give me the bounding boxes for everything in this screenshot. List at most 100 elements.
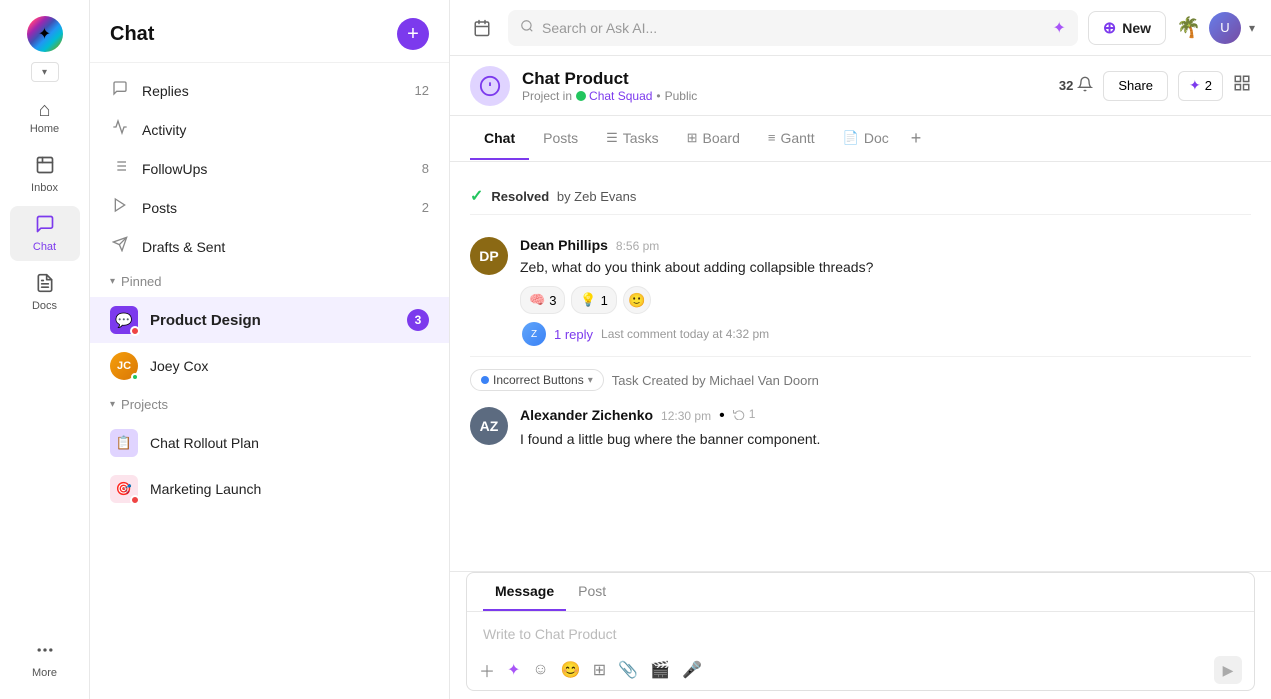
nav-item-chat[interactable]: Chat (10, 206, 80, 261)
app-logo[interactable]: ✦ (27, 16, 63, 52)
sparkle-icon: ✦ (1189, 77, 1201, 94)
send-button[interactable]: ▶ (1214, 656, 1242, 684)
nav-item-docs[interactable]: Docs (10, 265, 80, 320)
pinned-section-header[interactable]: ▾ Pinned (90, 266, 449, 297)
alex-msg-text: I found a little bug where the banner co… (520, 429, 1251, 450)
mic-icon[interactable]: 🎤 (682, 660, 702, 680)
message-input-tabs: Message Post (467, 573, 1254, 612)
chevron-down-icon: ▾ (42, 67, 47, 78)
product-design-label: Product Design (150, 312, 395, 329)
chat-area: ✓ Resolved by Zeb Evans DP Dean Phillips… (450, 162, 1271, 571)
sidebar-item-activity[interactable]: Activity (90, 110, 449, 149)
layout-icon[interactable] (1233, 74, 1251, 97)
home-icon: ⌂ (38, 100, 50, 120)
reaction-bulb[interactable]: 💡 1 (571, 286, 616, 314)
chat-rollout-icon: 📋 (110, 429, 138, 457)
more-icon (35, 640, 55, 664)
user-avatar[interactable]: U (1209, 12, 1241, 44)
sidebar-item-drafts[interactable]: Drafts & Sent (90, 227, 449, 266)
separator: • (656, 89, 660, 103)
top-right-actions: 🌴 U ▾ (1176, 12, 1255, 44)
tab-doc-label: Doc (864, 130, 889, 146)
nav-item-more[interactable]: More (10, 632, 80, 687)
nav-item-inbox[interactable]: Inbox (10, 147, 80, 202)
docs-icon (35, 273, 55, 297)
emoji-icon[interactable]: 😊 (561, 660, 581, 680)
calendar-button[interactable] (466, 12, 498, 44)
product-design-icon: 💬 (110, 306, 138, 334)
chat-rollout-label: Chat Rollout Plan (150, 435, 429, 451)
resolved-bar: ✓ Resolved by Zeb Evans (470, 178, 1251, 215)
activity-icon (110, 119, 130, 140)
project-meta: Project in Chat Squad • Public (522, 89, 1047, 103)
sidebar-item-posts[interactable]: Posts 2 (90, 188, 449, 227)
project-main-icon (470, 66, 510, 106)
bulb-emoji: 💡 (580, 292, 596, 308)
sidebar-item-joey[interactable]: JC Joey Cox (90, 343, 449, 389)
alex-author: Alexander Zichenko (520, 407, 653, 423)
tab-doc[interactable]: 📄 Doc (829, 118, 903, 160)
joey-avatar-wrap: JC (110, 352, 138, 380)
nav-item-home[interactable]: ⌂ Home (10, 92, 80, 143)
sidebar-item-followups[interactable]: FollowUps 8 (90, 149, 449, 188)
ai-button[interactable]: ✦ 2 (1178, 71, 1223, 101)
tab-gantt[interactable]: ≡ Gantt (754, 118, 829, 160)
tab-posts[interactable]: Posts (529, 118, 592, 160)
message-placeholder: Write to Chat Product (483, 622, 1238, 646)
video-icon[interactable]: 🎬 (650, 660, 670, 680)
message-input-box[interactable]: Write to Chat Product (467, 612, 1254, 650)
logo-area: ✦ (21, 10, 69, 58)
sync-number: 1 (749, 407, 756, 421)
message-alex: AZ Alexander Zichenko 12:30 pm • 1 I fou… (470, 401, 1251, 456)
sidebar-item-marketing[interactable]: 🎯 Marketing Launch (90, 466, 449, 512)
brain-count: 3 (549, 293, 556, 308)
posts-icon (110, 197, 130, 218)
user-menu-chevron[interactable]: ▾ (1249, 21, 1255, 35)
message-tab[interactable]: Message (483, 573, 566, 611)
dean-reactions: 🧠 3 💡 1 🙂 (520, 286, 1251, 314)
tab-board[interactable]: ⊞ Board (673, 118, 754, 160)
sparkle-tool-icon[interactable]: ✦ (507, 660, 520, 680)
ai-sparkle-icon: ✦ (1052, 18, 1065, 38)
sidebar-item-replies[interactable]: Replies 12 (90, 71, 449, 110)
marketing-label: Marketing Launch (150, 481, 429, 497)
share-button[interactable]: Share (1103, 71, 1168, 101)
project-header: Chat Product Project in Chat Squad • Pub… (450, 56, 1271, 116)
reaction-brain[interactable]: 🧠 3 (520, 286, 565, 314)
projects-section-header[interactable]: ▾ Projects (90, 389, 449, 420)
add-tab-button[interactable]: + (903, 116, 930, 161)
notification-count[interactable]: 32 (1059, 76, 1093, 95)
sidebar-item-product-design[interactable]: 💬 Product Design 3 (90, 297, 449, 343)
reply-row: Z 1 reply Last comment today at 4:32 pm (520, 322, 1251, 346)
paperclip-icon[interactable]: 📎 (618, 660, 638, 680)
alex-time: 12:30 pm (661, 409, 711, 423)
task-tag[interactable]: Incorrect Buttons ▾ (470, 369, 604, 391)
project-info: Chat Product Project in Chat Squad • Pub… (522, 69, 1047, 103)
emoji-face-icon[interactable]: ☺ (532, 661, 548, 679)
expand-button[interactable]: ▾ (31, 62, 59, 82)
add-reaction-button[interactable]: 🙂 (623, 286, 651, 314)
attach-icon[interactable]: ＋ (479, 658, 495, 682)
reply-time: Last comment today at 4:32 pm (601, 327, 769, 341)
search-bar[interactable]: Search or Ask AI... ✦ (508, 10, 1078, 46)
nav-label-chat: Chat (33, 241, 56, 253)
dean-message-body: Dean Phillips 8:56 pm Zeb, what do you t… (520, 237, 1251, 346)
tab-chat[interactable]: Chat (470, 118, 529, 160)
new-button[interactable]: ⊕ New (1088, 11, 1166, 45)
visibility-label: Public (665, 89, 698, 103)
project-name: Chat Product (522, 69, 1047, 89)
tab-tasks[interactable]: ☰ Tasks (592, 118, 672, 160)
tabs-bar: Chat Posts ☰ Tasks ⊞ Board ≡ Gantt 📄 Doc… (450, 116, 1271, 162)
alex-message-body: Alexander Zichenko 12:30 pm • 1 I found … (520, 407, 1251, 450)
sidebar-item-chat-rollout[interactable]: 📋 Chat Rollout Plan (90, 420, 449, 466)
send-icon: ▶ (1223, 662, 1234, 679)
nav-label-docs: Docs (32, 300, 57, 312)
top-bar: Search or Ask AI... ✦ ⊕ New 🌴 U ▾ (450, 0, 1271, 56)
post-tab[interactable]: Post (566, 573, 618, 611)
table-icon[interactable]: ⊞ (593, 660, 606, 680)
reply-count[interactable]: 1 reply (554, 327, 593, 342)
project-squad[interactable]: Chat Squad (576, 89, 652, 103)
followups-badge: 8 (422, 161, 429, 176)
dean-msg-header: Dean Phillips 8:56 pm (520, 237, 1251, 253)
add-chat-button[interactable]: + (397, 18, 429, 50)
